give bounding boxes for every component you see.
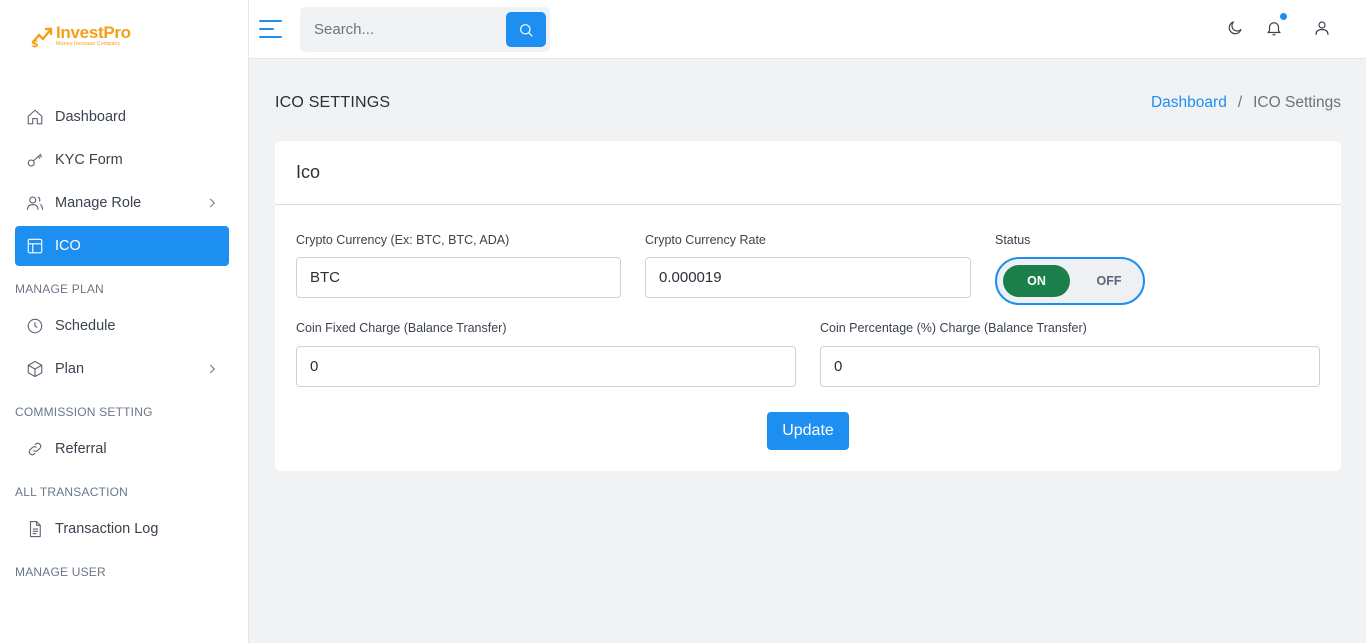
toggle-on-option: ON <box>1003 265 1070 297</box>
dark-mode-toggle[interactable] <box>1226 19 1246 39</box>
update-button[interactable]: Update <box>767 412 849 450</box>
sidebar-item-schedule[interactable]: Schedule <box>15 306 229 346</box>
sidebar-item-label: Manage Role <box>55 195 142 211</box>
sidebar-item-plan[interactable]: Plan <box>15 349 229 389</box>
crypto-rate-input[interactable] <box>645 257 971 298</box>
sidebar-item-manage-role[interactable]: Manage Role <box>15 183 229 223</box>
chevron-right-icon <box>205 196 219 210</box>
crypto-currency-input[interactable] <box>296 257 621 298</box>
sidebar-item-transaction-log[interactable]: Transaction Log <box>15 509 229 549</box>
section-title-manage-user: MANAGE USER <box>15 565 106 579</box>
svg-text:$: $ <box>31 37 39 48</box>
breadcrumb-current: ICO Settings <box>1253 94 1341 111</box>
sidebar: $ InvestPro Money Increase Company Dashb… <box>0 0 249 643</box>
chevron-right-icon <box>205 362 219 376</box>
link-icon <box>25 439 45 459</box>
coin-fixed-charge-input[interactable] <box>296 346 796 387</box>
breadcrumb-dashboard-link[interactable]: Dashboard <box>1151 94 1227 112</box>
topbar <box>249 0 1366 59</box>
logo-icon: $ <box>30 24 54 50</box>
sidebar-item-label: Dashboard <box>55 109 126 125</box>
coin-percent-charge-input[interactable] <box>820 346 1320 387</box>
key-icon <box>25 150 45 170</box>
search-button[interactable] <box>506 12 546 47</box>
crypto-rate-label: Crypto Currency Rate <box>645 233 766 247</box>
user-icon <box>1315 21 1329 35</box>
ico-settings-card: Ico Crypto Currency (Ex: BTC, BTC, ADA) … <box>275 141 1341 471</box>
notifications-button[interactable] <box>1265 13 1287 39</box>
clock-icon <box>25 316 45 336</box>
brand-logo[interactable]: $ InvestPro Money Increase Company <box>30 23 131 50</box>
search-icon <box>520 23 533 37</box>
section-title-manage-plan: MANAGE PLAN <box>15 282 104 296</box>
menu-toggle-icon[interactable] <box>259 19 282 39</box>
search-box <box>300 7 550 52</box>
moon-icon <box>1228 21 1242 35</box>
coin-fixed-charge-label: Coin Fixed Charge (Balance Transfer) <box>296 321 507 335</box>
status-label: Status <box>995 233 1031 247</box>
brand-tagline: Money Increase Company <box>56 41 121 48</box>
bell-icon <box>1267 22 1281 36</box>
section-title-all-transaction: ALL TRANSACTION <box>15 485 129 499</box>
search-input[interactable] <box>300 7 505 52</box>
file-icon <box>25 519 45 539</box>
crypto-currency-label: Crypto Currency (Ex: BTC, BTC, ADA) <box>296 233 510 247</box>
sidebar-item-kyc-form[interactable]: KYC Form <box>15 140 229 180</box>
breadcrumb: Dashboard / ICO Settings <box>1151 94 1341 112</box>
sidebar-item-label: Schedule <box>55 318 116 334</box>
page-title: ICO SETTINGS <box>275 94 391 111</box>
home-icon <box>25 107 45 127</box>
section-title-commission-setting: COMMISSION SETTING <box>15 405 153 419</box>
notification-dot <box>1280 13 1287 20</box>
sidebar-item-dashboard[interactable]: Dashboard <box>15 97 229 137</box>
sidebar-item-label: KYC Form <box>55 152 123 168</box>
box-icon <box>25 359 45 379</box>
sidebar-item-label: Plan <box>55 361 85 377</box>
breadcrumb-separator: / <box>1237 94 1243 111</box>
sidebar-item-ico[interactable]: ICO <box>15 226 229 266</box>
sidebar-item-label: Transaction Log <box>55 521 159 537</box>
status-toggle[interactable]: ON OFF <box>995 257 1145 305</box>
sidebar-item-referral[interactable]: Referral <box>15 429 229 469</box>
users-icon <box>25 193 45 213</box>
sidebar-item-label: ICO <box>55 238 81 254</box>
card-title: Ico <box>275 141 1341 205</box>
coin-percent-charge-label: Coin Percentage (%) Charge (Balance Tran… <box>820 321 1087 335</box>
layout-icon <box>25 236 45 256</box>
toggle-off-option: OFF <box>1096 274 1122 288</box>
sidebar-item-label: Referral <box>55 441 107 457</box>
sidebar-nav: Dashboard KYC Form Manage Role ICO MANAG… <box>15 97 229 589</box>
brand-name: InvestPro <box>56 23 131 43</box>
user-menu-button[interactable] <box>1313 19 1333 39</box>
